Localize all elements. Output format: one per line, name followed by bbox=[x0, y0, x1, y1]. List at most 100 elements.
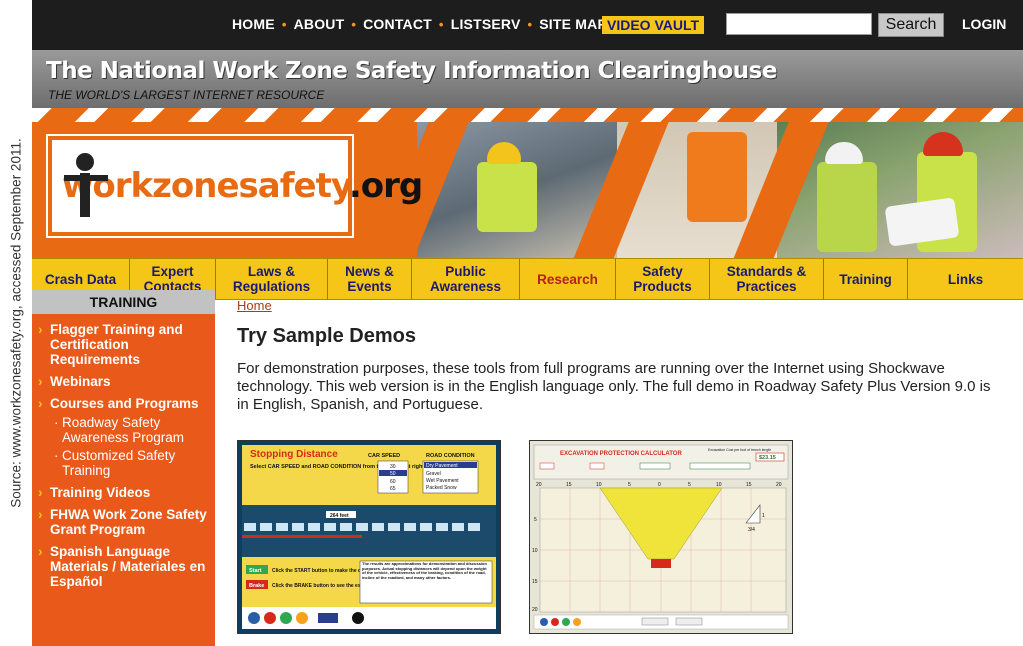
condition-option: Packed Snow bbox=[426, 485, 457, 491]
road-condition-label: ROAD CONDITION bbox=[426, 453, 475, 459]
speed-option: 30 bbox=[390, 464, 396, 470]
nav-listserv-link[interactable]: LISTSERV bbox=[451, 16, 521, 32]
svg-text:5: 5 bbox=[534, 517, 537, 523]
sidebar-item-label: Spanish Language Materials / Materiales … bbox=[50, 544, 206, 589]
svg-text:10: 10 bbox=[716, 482, 722, 488]
search-input[interactable] bbox=[726, 13, 872, 35]
site-logo[interactable]: workzonesafety.org bbox=[48, 136, 423, 236]
trench-marker bbox=[651, 559, 671, 568]
nav-news-events[interactable]: News & Events bbox=[328, 259, 412, 299]
chevron-right-icon: › bbox=[38, 507, 43, 522]
svg-text:20: 20 bbox=[532, 607, 538, 613]
chevron-right-icon: › bbox=[38, 544, 43, 559]
chevron-right-icon: › bbox=[38, 396, 43, 411]
svg-text:5: 5 bbox=[688, 482, 691, 488]
source-text: Source: www.workzonesafety.org, accessed… bbox=[8, 138, 24, 508]
sidebar-item-label: FHWA Work Zone Safety Grant Program bbox=[50, 507, 207, 537]
cost-value: $23.15 bbox=[759, 455, 776, 461]
stopping-distance-demo[interactable]: Stopping Distance Select CAR SPEED and R… bbox=[237, 440, 501, 634]
sidebar-item-label: Courses and Programs bbox=[50, 396, 199, 411]
condition-option: Wet Pavement bbox=[426, 478, 459, 484]
sidebar: TRAINING › Flagger Training and Certifica… bbox=[32, 290, 215, 646]
sidebar-list: › Flagger Training and Certification Requ… bbox=[32, 314, 215, 589]
sidebar-item-webinars[interactable]: › Webinars bbox=[32, 374, 215, 389]
nav-public-awareness[interactable]: Public Awareness bbox=[412, 259, 520, 299]
page-description: For demonstration purposes, these tools … bbox=[237, 360, 991, 413]
svg-text:10: 10 bbox=[596, 482, 602, 488]
sidebar-item-label: Training Videos bbox=[50, 485, 151, 500]
distance-label: 264 feet bbox=[330, 513, 349, 519]
speed-option: 50 bbox=[390, 471, 396, 477]
nav-training[interactable]: Training bbox=[824, 259, 908, 299]
nav-contact-link[interactable]: CONTACT bbox=[363, 16, 432, 32]
condition-option: Gravel bbox=[426, 471, 441, 477]
top-nav-links: HOME • ABOUT • CONTACT • LISTSERV • SITE MAP bbox=[232, 16, 607, 32]
site-tagline: THE WORLD'S LARGEST INTERNET RESOURCE bbox=[48, 88, 325, 102]
sidebar-item-label: Roadway Safety Awareness Program bbox=[62, 415, 185, 445]
bullet-icon: · bbox=[54, 415, 59, 430]
hero-banner: workzonesafety.org bbox=[32, 108, 1023, 258]
hazard-stripe bbox=[32, 108, 1023, 122]
excavation-calculator-demo[interactable]: EXCAVATION PROTECTION CALCULATOR Excavat… bbox=[529, 440, 793, 634]
safety-vest bbox=[687, 132, 747, 222]
logo-word: workzonesafety bbox=[62, 166, 350, 206]
sidebar-item-fhwa-grant[interactable]: › FHWA Work Zone Safety Grant Program bbox=[32, 507, 215, 537]
car-row bbox=[244, 523, 480, 531]
brake-button-label: Brake bbox=[249, 583, 264, 589]
site-header: The National Work Zone Safety Informatio… bbox=[32, 50, 1023, 108]
sidebar-item-label: Customized Safety Training bbox=[62, 448, 176, 478]
separator-dot: • bbox=[351, 16, 357, 32]
page-title: Try Sample Demos bbox=[237, 325, 416, 347]
calculator-title: EXCAVATION PROTECTION CALCULATOR bbox=[560, 451, 682, 457]
svg-text:15: 15 bbox=[532, 579, 538, 585]
demo-title: Stopping Distance bbox=[250, 449, 338, 460]
logo-suffix: .org bbox=[348, 166, 423, 206]
separator-dot: • bbox=[527, 16, 533, 32]
sidebar-subitem-roadway-safety[interactable]: · Roadway Safety Awareness Program bbox=[32, 415, 215, 445]
login-link[interactable]: LOGIN bbox=[962, 16, 1006, 32]
safety-vest bbox=[477, 162, 537, 232]
source-credit: Source: www.workzonesafety.org, accessed… bbox=[0, 0, 32, 646]
hard-hat bbox=[825, 142, 863, 164]
sidebar-item-spanish-materials[interactable]: › Spanish Language Materials / Materiales… bbox=[32, 544, 215, 589]
breadcrumb-home-link[interactable]: Home bbox=[237, 298, 1017, 313]
sidebar-subitem-customized-training[interactable]: · Customized Safety Training bbox=[32, 448, 215, 478]
nav-standards-practices[interactable]: Standards & Practices bbox=[710, 259, 824, 299]
start-button-label: Start bbox=[249, 568, 262, 574]
svg-text:20: 20 bbox=[776, 482, 782, 488]
safety-vest bbox=[817, 162, 877, 252]
svg-text:10: 10 bbox=[532, 548, 538, 554]
svg-text:15: 15 bbox=[746, 482, 752, 488]
separator-dot: • bbox=[438, 16, 444, 32]
sidebar-item-label: Flagger Training and Certification Requi… bbox=[50, 322, 183, 367]
nav-safety-products[interactable]: Safety Products bbox=[616, 259, 710, 299]
video-vault-link[interactable]: VIDEO VAULT bbox=[602, 16, 705, 34]
stopping-line bbox=[242, 535, 362, 538]
disclaimer-text: The results are approximations for demon… bbox=[362, 562, 487, 580]
nav-sitemap-link[interactable]: SITE MAP bbox=[539, 16, 607, 32]
cost-label: Excavation Cost per foot of trench lengt… bbox=[708, 448, 771, 452]
nav-links[interactable]: Links bbox=[908, 259, 1023, 299]
start-instruction: Click the START button to make the car g… bbox=[272, 568, 375, 574]
speed-option: 65 bbox=[390, 486, 396, 492]
slope-rise: 1 bbox=[762, 513, 765, 519]
svg-text:0: 0 bbox=[658, 482, 661, 488]
nav-laws-regulations[interactable]: Laws & Regulations bbox=[216, 259, 328, 299]
nav-home-link[interactable]: HOME bbox=[232, 16, 275, 32]
main-content: Home Try Sample Demos For demonstration … bbox=[237, 298, 1017, 634]
top-nav: HOME • ABOUT • CONTACT • LISTSERV • SITE MAP… bbox=[32, 0, 1023, 50]
hard-hat bbox=[487, 142, 521, 164]
chevron-right-icon: › bbox=[38, 485, 43, 500]
nav-about-link[interactable]: ABOUT bbox=[294, 16, 345, 32]
hard-hat bbox=[923, 132, 963, 156]
sidebar-item-courses[interactable]: › Courses and Programs bbox=[32, 396, 215, 411]
search-button[interactable]: Search bbox=[878, 13, 944, 37]
nav-research[interactable]: Research bbox=[520, 259, 616, 299]
sidebar-item-flagger-training[interactable]: › Flagger Training and Certification Requ… bbox=[32, 322, 215, 367]
chevron-right-icon: › bbox=[38, 322, 43, 337]
sidebar-item-training-videos[interactable]: › Training Videos bbox=[32, 485, 215, 500]
car-speed-label: CAR SPEED bbox=[368, 453, 400, 459]
separator-dot: • bbox=[281, 16, 287, 32]
svg-text:15: 15 bbox=[566, 482, 572, 488]
sidebar-title: TRAINING bbox=[32, 290, 215, 314]
